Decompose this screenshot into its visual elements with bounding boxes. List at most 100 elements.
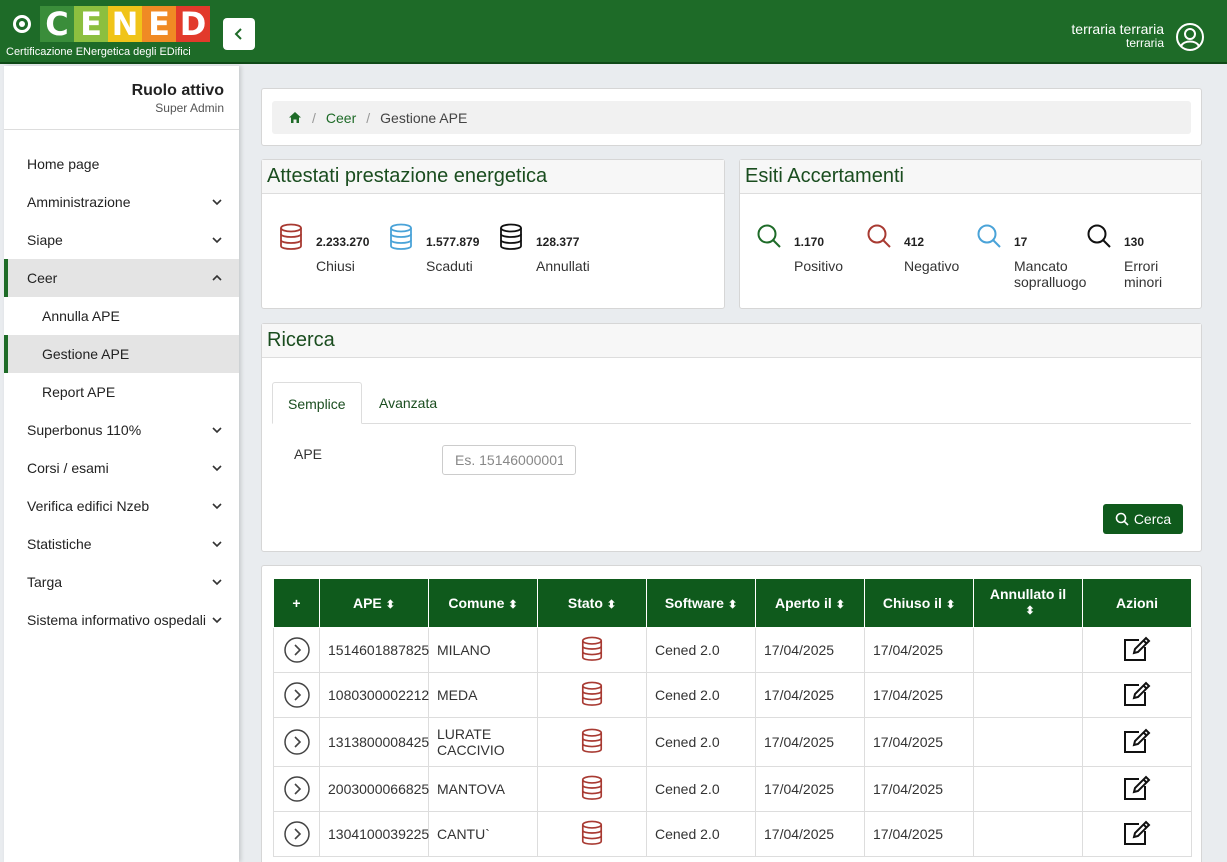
edit-icon[interactable]: [1121, 680, 1153, 708]
chevron-down-icon: [212, 541, 222, 548]
chiuso-cell: 17/04/2025: [864, 766, 974, 812]
edit-icon[interactable]: [1121, 727, 1153, 755]
column-header-aperto-il[interactable]: Aperto il ⬍: [755, 578, 865, 628]
sidebar-toggle-button[interactable]: [223, 18, 255, 50]
user-name: terraria terraria: [1071, 21, 1164, 37]
ape-cell: 2003000066825: [319, 766, 429, 812]
tab-avanzata[interactable]: Avanzata: [364, 382, 452, 424]
database-icon: [500, 223, 522, 250]
breadcrumb-separator: /: [312, 109, 316, 126]
chevron-down-icon: [212, 465, 222, 472]
sidebar-item-siape[interactable]: Siape: [4, 221, 239, 259]
sidebar-item-amministrazione[interactable]: Amministrazione: [4, 183, 239, 221]
ape-search-input[interactable]: [442, 445, 576, 475]
sidebar-item-gestione-ape[interactable]: Gestione APE: [4, 335, 239, 373]
sidebar: Ruolo attivo Super Admin Home page Ammin…: [4, 66, 239, 862]
tab-semplice[interactable]: Semplice: [272, 382, 362, 424]
expand-row-icon[interactable]: [283, 820, 311, 848]
expand-row-icon[interactable]: [283, 775, 311, 803]
chiuso-cell: 17/04/2025: [864, 627, 974, 673]
breadcrumb-separator: /: [366, 109, 371, 126]
stat-label: Negativo: [904, 258, 960, 274]
sidebar-item-label: Amministrazione: [27, 194, 131, 210]
stat-label: Mancato sopralluogo: [1014, 258, 1087, 290]
stat-value: 17: [1014, 235, 1028, 249]
attestati-title: Attestati prestazione energetica: [262, 160, 724, 194]
sidebar-item-targa[interactable]: Targa: [4, 563, 239, 601]
database-icon: [581, 728, 603, 753]
esiti-panel: Esiti Accertamenti 1.170 Positivo 412 Ne…: [739, 159, 1202, 309]
logo-target-icon: [4, 6, 40, 42]
column-header-ape[interactable]: APE ⬍: [319, 578, 429, 628]
column-header-annullato-il[interactable]: Annullato il ⬍: [973, 578, 1083, 628]
expand-row-icon[interactable]: [283, 636, 311, 664]
attestati-panel: Attestati prestazione energetica 2.233.2…: [261, 159, 725, 309]
annullato-cell: [973, 627, 1083, 673]
table-row: 1313800008425 LURATE CACCIVIO Cened 2.0 …: [273, 717, 1192, 767]
sidebar-item-annulla-ape[interactable]: Annulla APE: [4, 297, 239, 335]
sidebar-item-label: Report APE: [42, 384, 116, 400]
actions-cell: [1082, 811, 1192, 857]
expand-row-icon[interactable]: [283, 681, 311, 709]
annullato-cell: [973, 811, 1083, 857]
stat-label: Positivo: [794, 258, 844, 274]
breadcrumb-link-ceer[interactable]: Ceer: [326, 110, 356, 126]
chevron-down-icon: [212, 237, 222, 244]
software-cell: Cened 2.0: [646, 717, 756, 767]
sidebar-item-statistiche[interactable]: Statistiche: [4, 525, 239, 563]
sidebar-menu: Home page Amministrazione Siape Ceer Ann…: [4, 145, 239, 639]
ape-field-label: APE: [294, 446, 323, 462]
stat-label: Scaduti: [426, 258, 473, 274]
home-icon[interactable]: [288, 111, 302, 124]
stat-value: 128.377: [536, 235, 580, 249]
chiuso-cell: 17/04/2025: [864, 672, 974, 718]
table-row: 1514601887825 MILANO Cened 2.0 17/04/202…: [273, 627, 1192, 673]
sidebar-item-label: Sistema informativo ospedali: [27, 612, 206, 628]
column-header-software[interactable]: Software ⬍: [646, 578, 756, 628]
cerca-button[interactable]: Cerca: [1103, 504, 1183, 534]
sidebar-item-ceer[interactable]: Ceer: [4, 259, 239, 297]
breadcrumb-current: Gestione APE: [380, 109, 468, 126]
sidebar-item-label: Corsi / esami: [27, 460, 109, 476]
cened-logo[interactable]: C E N E D Certificazione ENergetica degl…: [4, 5, 220, 60]
expand-row-icon[interactable]: [283, 728, 311, 756]
role-title: Ruolo attivo: [131, 82, 224, 99]
sidebar-item-verifica-nzeb[interactable]: Verifica edifici Nzeb: [4, 487, 239, 525]
column-header-stato[interactable]: Stato ⬍: [537, 578, 647, 628]
aperto-cell: 17/04/2025: [755, 672, 865, 718]
column-header-chiuso-il[interactable]: Chiuso il ⬍: [864, 578, 974, 628]
sidebar-item-superbonus[interactable]: Superbonus 110%: [4, 411, 239, 449]
ape-cell: 1304100039225: [319, 811, 429, 857]
table-row: 1080300002212 MEDA Cened 2.0 17/04/2025 …: [273, 672, 1192, 718]
sidebar-item-sistema-ospedali[interactable]: Sistema informativo ospedali: [4, 601, 239, 639]
results-panel: + APE ⬍ Comune ⬍ Stato ⬍ Software ⬍ Aperto i…: [261, 565, 1202, 862]
database-icon: [581, 681, 603, 706]
search-icon: [977, 224, 1001, 248]
database-icon: [581, 775, 603, 800]
sidebar-item-label: Statistiche: [27, 536, 92, 552]
actions-cell: [1082, 672, 1192, 718]
actions-cell: [1082, 717, 1192, 767]
edit-icon[interactable]: [1121, 635, 1153, 663]
sidebar-item-corsi-esami[interactable]: Corsi / esami: [4, 449, 239, 487]
aperto-cell: 17/04/2025: [755, 627, 865, 673]
aperto-cell: 17/04/2025: [755, 811, 865, 857]
logo-letters: C E N E D: [4, 5, 210, 43]
sidebar-item-report-ape[interactable]: Report APE: [4, 373, 239, 411]
stat-value: 2.233.270: [316, 235, 370, 249]
column-header-azioni: Azioni: [1082, 578, 1192, 628]
sort-icon: ⬍: [508, 599, 518, 611]
comune-cell: CANTU`: [428, 811, 538, 857]
comune-cell: MANTOVA: [428, 766, 538, 812]
column-header-comune[interactable]: Comune ⬍: [428, 578, 538, 628]
sidebar-item-home-page[interactable]: Home page: [4, 145, 239, 183]
edit-icon[interactable]: [1121, 819, 1153, 847]
user-account-icon[interactable]: [1175, 22, 1205, 52]
esiti-title: Esiti Accertamenti: [740, 160, 1201, 194]
database-icon: [280, 223, 302, 250]
stato-cell: [537, 672, 647, 718]
software-cell: Cened 2.0: [646, 766, 756, 812]
edit-icon[interactable]: [1121, 774, 1153, 802]
actions-cell: [1082, 766, 1192, 812]
software-cell: Cened 2.0: [646, 627, 756, 673]
